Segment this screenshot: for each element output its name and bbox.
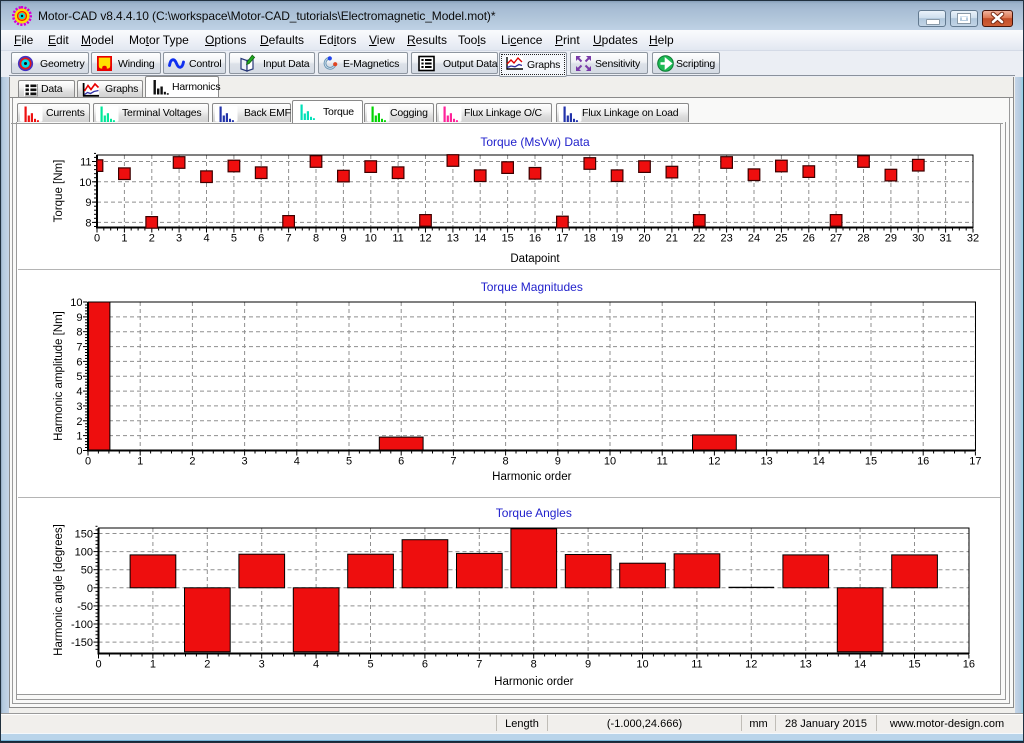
svg-text:12: 12 [419,233,431,245]
svg-text:1: 1 [137,456,143,468]
svg-text:13: 13 [760,456,772,468]
svg-text:8: 8 [313,233,319,245]
svg-text:7: 7 [476,659,482,671]
svg-text:6: 6 [422,659,428,671]
svg-text:22: 22 [693,233,705,245]
svg-text:Harmonic order: Harmonic order [494,676,573,688]
svg-text:15: 15 [865,456,877,468]
svg-text:11: 11 [691,659,702,671]
svg-text:30: 30 [912,233,924,245]
svg-text:17: 17 [969,456,981,468]
svg-text:17: 17 [556,233,568,245]
svg-text:Torque (MsVw) Data: Torque (MsVw) Data [480,135,590,149]
svg-text:28: 28 [857,233,869,245]
svg-text:9: 9 [585,659,591,671]
svg-text:27: 27 [830,233,842,245]
svg-text:13: 13 [447,233,459,245]
svg-text:Harmonic amplitude [Nm]: Harmonic amplitude [Nm] [53,311,65,441]
svg-text:15: 15 [501,233,513,245]
svg-text:20: 20 [638,233,650,245]
svg-text:0: 0 [94,233,100,245]
svg-text:8: 8 [503,456,509,468]
svg-text:18: 18 [584,233,596,245]
svg-text:Torque [Nm]: Torque [Nm] [53,160,65,223]
svg-text:24: 24 [748,233,760,245]
svg-text:25: 25 [775,233,787,245]
svg-text:9: 9 [555,456,561,468]
svg-text:6: 6 [258,233,264,245]
svg-text:7: 7 [286,233,292,245]
svg-text:10: 10 [604,456,616,468]
svg-text:5: 5 [346,456,352,468]
svg-text:8: 8 [531,659,537,671]
svg-text:15: 15 [908,659,920,671]
svg-text:13: 13 [800,659,812,671]
svg-text:4: 4 [203,233,209,245]
svg-text:2: 2 [189,456,195,468]
svg-text:14: 14 [854,659,866,671]
svg-text:Harmonic order: Harmonic order [492,471,571,483]
svg-text:10: 10 [636,659,648,671]
svg-text:26: 26 [803,233,815,245]
svg-text:Torque Magnitudes: Torque Magnitudes [481,280,583,294]
svg-text:7: 7 [450,456,456,468]
svg-text:1: 1 [150,659,156,671]
svg-text:6: 6 [398,456,404,468]
svg-text:0: 0 [95,659,101,671]
svg-text:31: 31 [939,233,951,245]
svg-text:19: 19 [611,233,623,245]
svg-text:3: 3 [242,456,248,468]
svg-text:1: 1 [121,233,127,245]
svg-text:12: 12 [745,659,757,671]
svg-text:5: 5 [367,659,373,671]
svg-text:12: 12 [708,456,720,468]
svg-text:3: 3 [176,233,182,245]
svg-text:Torque Angles: Torque Angles [496,506,572,520]
svg-text:21: 21 [666,233,678,245]
svg-text:4: 4 [294,456,300,468]
svg-text:3: 3 [259,659,265,671]
svg-text:14: 14 [813,456,825,468]
svg-text:16: 16 [529,233,541,245]
svg-text:4: 4 [313,659,319,671]
svg-text:29: 29 [885,233,897,245]
svg-text:2: 2 [149,233,155,245]
svg-text:16: 16 [963,659,975,671]
svg-text:5: 5 [231,233,237,245]
svg-text:9: 9 [340,233,346,245]
svg-text:14: 14 [474,233,486,245]
svg-text:10: 10 [365,233,377,245]
svg-text:2: 2 [204,659,210,671]
svg-text:Harmonic angle [degrees]: Harmonic angle [degrees] [53,524,65,656]
svg-text:16: 16 [917,456,929,468]
svg-text:11: 11 [392,233,403,245]
svg-text:11: 11 [656,456,667,468]
svg-text:Datapoint: Datapoint [510,253,560,265]
svg-text:23: 23 [720,233,732,245]
svg-text:32: 32 [967,233,979,245]
